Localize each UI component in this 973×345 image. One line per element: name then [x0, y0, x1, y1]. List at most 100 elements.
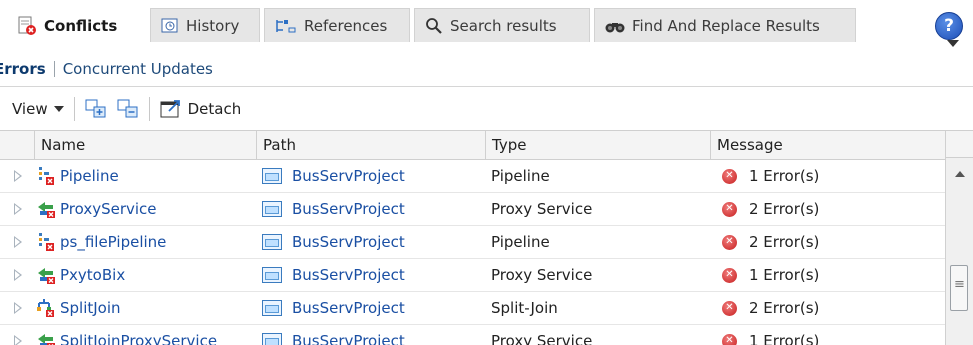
type-cell: Proxy Service: [491, 200, 593, 218]
path-cell[interactable]: BusServProject: [262, 259, 405, 291]
folder-icon: [262, 234, 282, 250]
tab-find-and-replace-results[interactable]: Find And Replace Results: [594, 8, 856, 42]
collapse-all-icon[interactable]: [117, 99, 139, 119]
tab-label: Search results: [450, 16, 557, 35]
item-path: BusServProject: [292, 200, 405, 218]
name-cell[interactable]: SplitJoinProxyService: [36, 325, 217, 345]
pipeline-icon: [39, 233, 54, 251]
table-body: Pipeline BusServProject Pipeline ✕ 1 Err…: [0, 160, 945, 345]
item-path: BusServProject: [292, 299, 405, 317]
name-cell[interactable]: ps_filePipeline: [36, 226, 166, 258]
item-name: ps_filePipeline: [60, 233, 167, 251]
table-header: Name Path Type Message: [0, 130, 945, 160]
expand-row-icon[interactable]: [14, 302, 22, 314]
message-cell: ✕ 2 Error(s): [722, 292, 819, 324]
scrollbar-thumb[interactable]: [950, 265, 968, 311]
expand-row-icon[interactable]: [14, 269, 22, 281]
message-cell: ✕ 2 Error(s): [722, 226, 819, 258]
scroll-up-icon[interactable]: [955, 171, 965, 177]
table-row[interactable]: Pipeline BusServProject Pipeline ✕ 1 Err…: [0, 160, 945, 193]
conflicts-icon: [18, 16, 36, 35]
item-path: BusServProject: [292, 167, 405, 185]
folder-icon: [262, 201, 282, 217]
detach-button[interactable]: Detach: [160, 99, 242, 119]
folder-icon: [262, 333, 282, 345]
table-row[interactable]: ps_filePipeline BusServProject Pipeline …: [0, 226, 945, 259]
table-row[interactable]: SplitJoinProxyService BusServProject Pro…: [0, 325, 945, 345]
search-icon: [426, 17, 442, 34]
item-name: Pipeline: [60, 167, 119, 185]
detach-label: Detach: [187, 100, 242, 118]
tab-history[interactable]: History: [150, 8, 260, 42]
path-cell[interactable]: BusServProject: [262, 292, 405, 324]
help-button[interactable]: ?: [935, 12, 963, 40]
error-message: 1 Error(s): [749, 167, 820, 185]
expand-row-icon[interactable]: [14, 236, 22, 248]
name-cell[interactable]: ProxyService: [36, 193, 157, 225]
history-icon: [161, 18, 178, 32]
path-cell[interactable]: BusServProject: [262, 325, 405, 345]
pipeline-icon: [39, 167, 54, 185]
error-icon: ✕: [722, 267, 737, 283]
column-header-type[interactable]: Type: [485, 131, 710, 159]
conflicts-table: Name Path Type Message Pipeline BusServP…: [0, 130, 973, 345]
tab-strip: Conflicts History References Search resu…: [0, 0, 973, 52]
type-cell: Proxy Service: [491, 266, 593, 284]
column-header-path[interactable]: Path: [256, 131, 485, 159]
toolbar-divider: [73, 97, 75, 121]
detach-icon: [160, 100, 180, 118]
references-icon: [276, 19, 296, 32]
error-icon: ✕: [722, 333, 737, 345]
toolbar: View Detach: [0, 86, 973, 131]
tab-label: Conflicts: [44, 16, 118, 35]
item-path: BusServProject: [292, 332, 405, 345]
binoculars-icon: [605, 22, 625, 32]
tab-label: Find And Replace Results: [632, 16, 820, 35]
message-cell: ✕ 1 Error(s): [722, 160, 819, 192]
view-label: View: [12, 100, 48, 118]
toolbar-divider: [148, 97, 150, 121]
tab-conflicts[interactable]: Conflicts: [6, 8, 146, 42]
folder-icon: [262, 267, 282, 283]
vertical-scrollbar[interactable]: [945, 158, 973, 345]
expand-row-icon[interactable]: [14, 170, 22, 182]
view-menu-button[interactable]: View: [12, 100, 64, 118]
table-row[interactable]: SplitJoin BusServProject Split-Join ✕ 2 …: [0, 292, 945, 325]
expand-all-icon[interactable]: [85, 99, 107, 119]
error-message: 2 Error(s): [749, 233, 820, 251]
type-cell: Proxy Service: [491, 332, 593, 345]
message-cell: ✕ 2 Error(s): [722, 193, 819, 225]
path-cell[interactable]: BusServProject: [262, 226, 405, 258]
subtab-errors[interactable]: Errors: [0, 60, 54, 78]
type-cell: Pipeline: [491, 233, 550, 251]
path-cell[interactable]: BusServProject: [262, 160, 405, 192]
item-name: SplitJoinProxyService: [60, 332, 218, 345]
path-cell[interactable]: BusServProject: [262, 193, 405, 225]
item-name: ProxyService: [60, 200, 157, 218]
column-header-name[interactable]: Name: [34, 131, 256, 159]
expand-row-icon[interactable]: [14, 203, 22, 215]
table-row[interactable]: PxytoBix BusServProject Proxy Service ✕ …: [0, 259, 945, 292]
item-path: BusServProject: [292, 266, 405, 284]
column-header-message[interactable]: Message: [710, 131, 945, 159]
name-cell[interactable]: Pipeline: [36, 160, 119, 192]
expand-row-icon[interactable]: [14, 335, 22, 345]
tab-search-results[interactable]: Search results: [414, 8, 590, 42]
error-message: 2 Error(s): [749, 200, 820, 218]
tab-label: History: [186, 16, 240, 35]
folder-icon: [262, 300, 282, 316]
error-icon: ✕: [722, 300, 737, 316]
table-row[interactable]: ProxyService BusServProject Proxy Servic…: [0, 193, 945, 226]
error-icon: ✕: [722, 168, 737, 184]
subtab-concurrent-updates[interactable]: Concurrent Updates: [55, 60, 221, 78]
error-message: 1 Error(s): [749, 332, 820, 345]
proxy-service-icon: [38, 334, 55, 345]
tab-references[interactable]: References: [264, 8, 410, 42]
tab-menu-dropdown-icon[interactable]: [947, 40, 959, 47]
name-cell[interactable]: SplitJoin: [36, 292, 121, 324]
error-icon: ✕: [722, 201, 737, 217]
type-cell: Pipeline: [491, 167, 550, 185]
proxy-service-icon: [38, 202, 55, 218]
header-filler: [945, 130, 973, 158]
name-cell[interactable]: PxytoBix: [36, 259, 125, 291]
